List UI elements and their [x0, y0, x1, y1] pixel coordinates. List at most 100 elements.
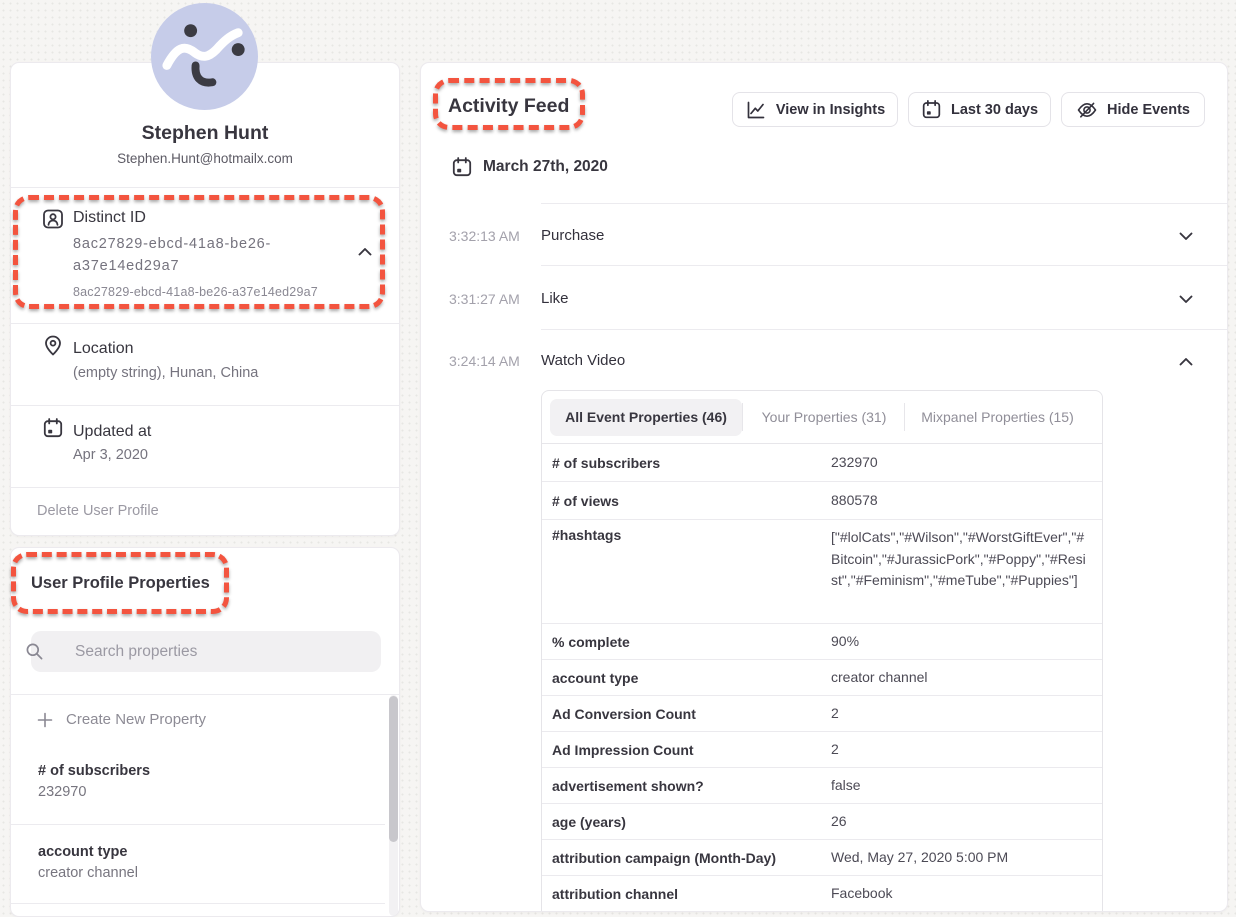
property-value: Facebook: [831, 883, 1102, 905]
divider: [11, 323, 399, 324]
tab-all-event-properties[interactable]: All Event Properties (46): [550, 399, 742, 436]
event-property-row: % complete 90%: [542, 624, 1102, 660]
search-input[interactable]: [31, 631, 381, 672]
property-name: # of views: [542, 493, 831, 509]
profile-name: Stephen Hunt: [11, 122, 399, 145]
distinct-id-value: 8ac27829-ebcd-41a8-be26-a37e14ed29a7: [73, 233, 323, 277]
divider: [11, 824, 385, 825]
calendar-icon: [921, 99, 942, 120]
event-property-row: age (years) 26: [542, 804, 1102, 840]
avatar: [151, 3, 258, 115]
property-value: 232970: [38, 784, 150, 800]
hide-events-button[interactable]: Hide Events: [1061, 92, 1205, 127]
updated-at-label: Updated at: [73, 423, 151, 441]
property-name: Ad Conversion Count: [542, 706, 831, 722]
properties-panel-title: User Profile Properties: [31, 574, 210, 593]
event-properties-table: All Event Properties (46) Your Propertie…: [541, 390, 1103, 912]
property-value: 90%: [831, 631, 1102, 653]
event-property-row: attribution campaign (Month-Day) Wed, Ma…: [542, 840, 1102, 876]
property-name: # of subscribers: [542, 455, 831, 471]
location-pin-icon: [42, 334, 64, 356]
event-time: 3:24:14 AM: [449, 353, 520, 369]
distinct-id-sub-value: 8ac27829-ebcd-41a8-be26-a37e14ed29a7: [73, 285, 318, 299]
plus-icon: [37, 712, 53, 728]
search-icon: [25, 642, 44, 661]
date-header: March 27th, 2020: [483, 158, 608, 176]
chevron-down-icon[interactable]: [1179, 232, 1193, 241]
property-name: #hashtags: [542, 527, 831, 543]
divider: [11, 187, 399, 188]
property-name: % complete: [542, 634, 831, 650]
activity-feed-card: Activity Feed View in Insights Last 30 d…: [420, 62, 1228, 912]
id-badge-icon: [42, 208, 64, 230]
property-value: 2: [831, 739, 1102, 761]
property-list-item[interactable]: account type creator channel: [38, 844, 138, 881]
hide-events-label: Hide Events: [1107, 102, 1190, 118]
event-property-row: Ad Conversion Count 2: [542, 696, 1102, 732]
event-property-row: #hashtags ["#lolCats","#Wilson","#WorstG…: [542, 520, 1102, 624]
property-name: account type: [38, 844, 138, 860]
delete-user-profile-button[interactable]: Delete User Profile: [37, 503, 159, 519]
insights-chart-icon: [745, 99, 767, 121]
event-property-row: advertisement shown? false: [542, 768, 1102, 804]
event-property-row: attribution channel Facebook: [542, 876, 1102, 912]
event-row[interactable]: 3:32:13 AM Purchase: [421, 203, 1227, 265]
calendar-icon: [42, 417, 64, 439]
mixpanel-user-profile-page: { "profile": { "name": "Stephen Hunt", "…: [0, 0, 1236, 908]
updated-at-value: Apr 3, 2020: [73, 447, 148, 463]
property-name: # of subscribers: [38, 763, 150, 779]
event-name: Purchase: [541, 227, 604, 244]
divider: [11, 487, 399, 488]
property-value: false: [831, 775, 1102, 797]
property-name: age (years): [542, 814, 831, 830]
distinct-id-label: Distinct ID: [73, 209, 146, 227]
view-in-insights-button[interactable]: View in Insights: [732, 92, 898, 127]
property-name: Ad Impression Count: [542, 742, 831, 758]
property-name: account type: [542, 670, 831, 686]
eye-off-icon: [1076, 99, 1098, 121]
tab-mixpanel-properties[interactable]: Mixpanel Properties (15): [905, 399, 1090, 436]
chevron-up-icon[interactable]: [358, 247, 372, 256]
event-property-row: # of subscribers 232970: [542, 444, 1102, 482]
event-time: 3:31:27 AM: [449, 291, 520, 307]
divider: [11, 903, 385, 904]
location-value: (empty string), Hunan, China: [73, 365, 258, 381]
chevron-down-icon[interactable]: [1179, 295, 1193, 304]
property-name: attribution campaign (Month-Day): [542, 850, 831, 866]
divider: [11, 694, 399, 695]
property-value: 232970: [831, 452, 1102, 474]
create-new-property-label: Create New Property: [66, 711, 206, 728]
date-range-button[interactable]: Last 30 days: [908, 92, 1051, 127]
property-name: advertisement shown?: [542, 778, 831, 794]
divider: [11, 405, 399, 406]
property-value: 880578: [831, 490, 1102, 512]
event-property-row: # of views 880578: [542, 482, 1102, 520]
property-value: Wed, May 27, 2020 5:00 PM: [831, 847, 1102, 869]
profile-email: Stephen.Hunt@hotmailx.com: [11, 151, 399, 166]
event-property-row: account type creator channel: [542, 660, 1102, 696]
property-value: creator channel: [831, 667, 1102, 689]
scrollbar-thumb[interactable]: [389, 696, 398, 842]
property-value: 26: [831, 811, 1102, 833]
location-label: Location: [73, 340, 134, 358]
activity-feed-title: Activity Feed: [448, 95, 569, 118]
property-value: ["#lolCats","#Wilson","#WorstGiftEver","…: [831, 527, 1102, 592]
event-row-expanded[interactable]: 3:24:14 AM Watch Video: [421, 329, 1227, 391]
event-name: Like: [541, 290, 569, 307]
property-value: creator channel: [38, 865, 138, 881]
event-time: 3:32:13 AM: [449, 228, 520, 244]
view-in-insights-label: View in Insights: [776, 102, 885, 118]
property-name: attribution channel: [542, 886, 831, 902]
chevron-up-icon[interactable]: [1179, 357, 1193, 366]
event-property-row: Ad Impression Count 2: [542, 732, 1102, 768]
calendar-icon: [451, 156, 473, 178]
create-new-property-button[interactable]: Create New Property: [37, 711, 206, 728]
date-range-label: Last 30 days: [951, 102, 1038, 118]
tab-your-properties[interactable]: Your Properties (31): [743, 399, 904, 436]
event-name: Watch Video: [541, 352, 625, 369]
user-profile-properties-card: User Profile Properties Create New Prope…: [10, 547, 400, 917]
profile-card: Stephen Hunt Stephen.Hunt@hotmailx.com D…: [10, 62, 400, 536]
event-properties-tabs: All Event Properties (46) Your Propertie…: [542, 391, 1102, 444]
property-list-item[interactable]: # of subscribers 232970: [38, 763, 150, 800]
event-row[interactable]: 3:31:27 AM Like: [421, 265, 1227, 329]
